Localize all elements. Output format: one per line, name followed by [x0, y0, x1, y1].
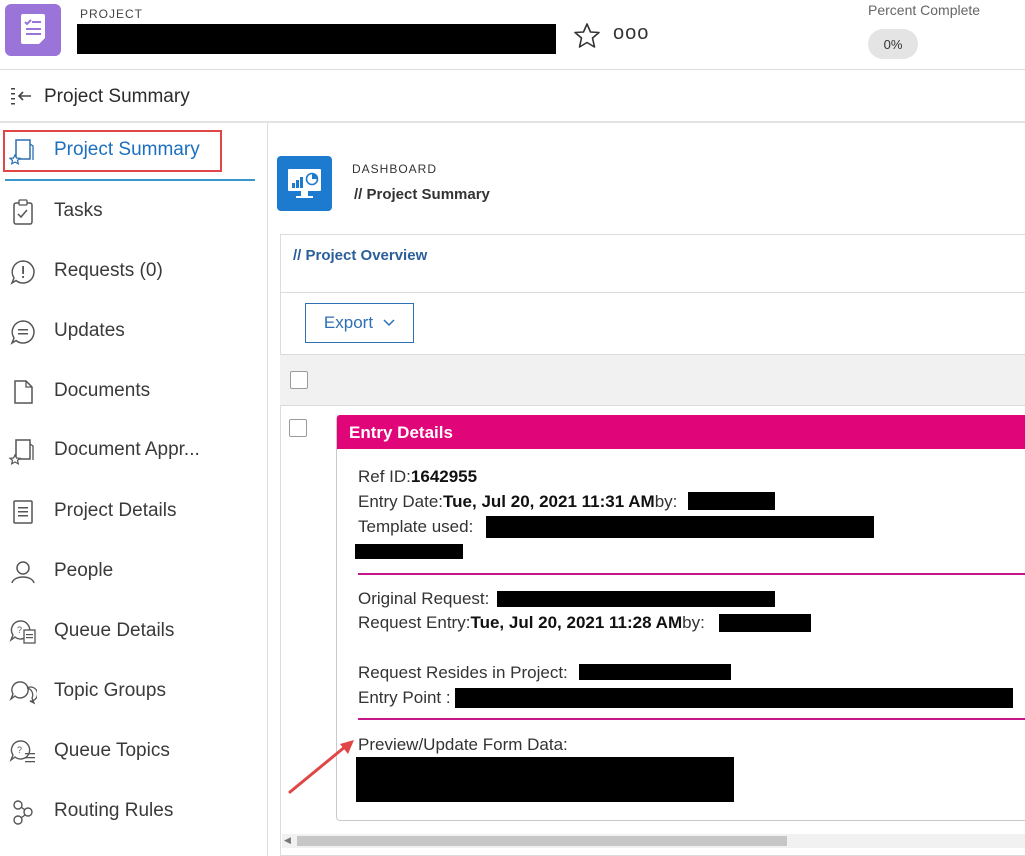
redacted-entry-author	[688, 492, 775, 510]
sidebar-item-label: Document Appr...	[54, 439, 200, 460]
queue-topics-icon: ?	[9, 738, 37, 766]
entry-details-title: Entry Details	[349, 423, 453, 442]
ref-id-value: 1642955	[410, 467, 478, 486]
sidebar-item-routing-rules[interactable]: Routing Rules	[0, 792, 267, 832]
sidebar-item-label: Updates	[54, 320, 125, 341]
section-divider	[358, 718, 1025, 720]
scrollbar-thumb[interactable]	[297, 836, 787, 846]
export-button-label: Export	[323, 313, 374, 332]
overview-divider	[280, 292, 1025, 293]
redacted-project-link[interactable]	[579, 664, 731, 680]
chevron-down-icon	[383, 319, 395, 327]
request-entry-line: Request Entry:Tue, Jul 20, 2021 11:28 AM…	[358, 613, 705, 632]
annotation-arrow-icon	[288, 740, 354, 794]
annotation-highlight-box	[3, 130, 222, 172]
list-doc-icon	[9, 498, 37, 526]
sidebar-item-queue-topics[interactable]: ? Queue Topics	[0, 732, 267, 772]
redacted-entry-point	[455, 688, 1013, 708]
dashboard-label: DASHBOARD	[352, 162, 438, 176]
active-item-indicator	[5, 179, 255, 181]
dashboard-title: // Project Summary	[354, 186, 490, 203]
redacted-form-data-link[interactable]	[356, 757, 734, 802]
breadcrumb-title: Project Summary	[44, 86, 190, 107]
doc-star-icon	[8, 437, 37, 465]
sidebar-item-label: Project Details	[54, 500, 177, 521]
select-all-checkbox[interactable]	[290, 371, 308, 389]
request-resides-label: Request Resides in Project:	[358, 663, 568, 682]
row-checkbox[interactable]	[289, 419, 307, 437]
original-request-label: Original Request:	[358, 589, 490, 608]
favorite-star-icon[interactable]	[573, 22, 601, 50]
sidebar-item-label: People	[54, 560, 114, 581]
routing-icon	[9, 798, 37, 826]
svg-text:?: ?	[17, 745, 22, 755]
export-button[interactable]: Export	[305, 303, 414, 343]
project-app-icon	[5, 4, 61, 56]
ref-id-line: Ref ID:1642955	[358, 467, 478, 486]
topic-groups-icon	[9, 678, 39, 706]
sidebar-item-label: Documents	[54, 380, 151, 401]
scroll-left-arrow-icon[interactable]: ◀	[284, 835, 291, 846]
redacted-template-name	[486, 516, 874, 538]
sidebar-item-requests[interactable]: Requests (0)	[0, 252, 267, 292]
entry-point-label: Entry Point :	[358, 688, 451, 707]
redacted-request-author	[719, 614, 811, 632]
sidebar-item-queue-details[interactable]: ? Queue Details	[0, 612, 267, 652]
redacted-template-name-cont	[355, 544, 463, 559]
percent-complete-label: Percent Complete	[868, 2, 981, 18]
project-overview-title: // Project Overview	[293, 247, 428, 264]
sidebar-item-people[interactable]: People	[0, 552, 267, 592]
sidebar-item-label: Routing Rules	[54, 800, 174, 821]
sidebar-item-updates[interactable]: Updates	[0, 312, 267, 352]
preview-form-data-label: Preview/Update Form Data:	[358, 735, 568, 754]
entry-date-value: Tue, Jul 20, 2021 11:31 AM	[443, 492, 655, 511]
project-label: PROJECT	[80, 7, 144, 21]
sidebar-item-documents[interactable]: Documents	[0, 372, 267, 412]
document-icon	[9, 378, 37, 406]
redacted-original-request	[497, 591, 775, 607]
clipboard-check-icon	[9, 198, 37, 226]
svg-text:?: ?	[17, 625, 22, 635]
sidebar-item-tasks[interactable]: Tasks	[0, 192, 267, 232]
sidebar-item-label: Queue Topics	[54, 740, 170, 761]
sidebar-item-document-approvals[interactable]: Document Appr...	[0, 431, 267, 471]
template-used-label: Template used:	[358, 517, 474, 536]
grid-header-row	[280, 354, 1025, 406]
sidebar-item-label: Queue Details	[54, 620, 175, 641]
sidebar-item-label: Tasks	[54, 200, 103, 221]
more-options-icon[interactable]: ooo	[613, 22, 649, 45]
request-entry-value: Tue, Jul 20, 2021 11:28 AM	[470, 613, 683, 632]
alert-bubble-icon	[9, 258, 37, 286]
dashboard-icon	[277, 156, 332, 211]
sidebar-item-label: Requests (0)	[54, 260, 163, 281]
sidebar-item-project-details[interactable]: Project Details	[0, 492, 267, 532]
entry-date-line: Entry Date:Tue, Jul 20, 2021 11:31 AMby:	[358, 492, 678, 511]
section-divider	[358, 573, 1025, 575]
sidebar-item-topic-groups[interactable]: Topic Groups	[0, 672, 267, 712]
percent-complete-value: 0%	[868, 29, 918, 59]
chat-bubble-icon	[9, 318, 37, 346]
sidebar-item-label: Topic Groups	[54, 680, 166, 701]
collapse-sidebar-icon[interactable]	[9, 84, 35, 110]
person-icon	[9, 558, 37, 586]
redacted-project-name	[77, 24, 556, 54]
header-divider	[0, 69, 1025, 70]
queue-details-icon: ?	[9, 618, 37, 646]
